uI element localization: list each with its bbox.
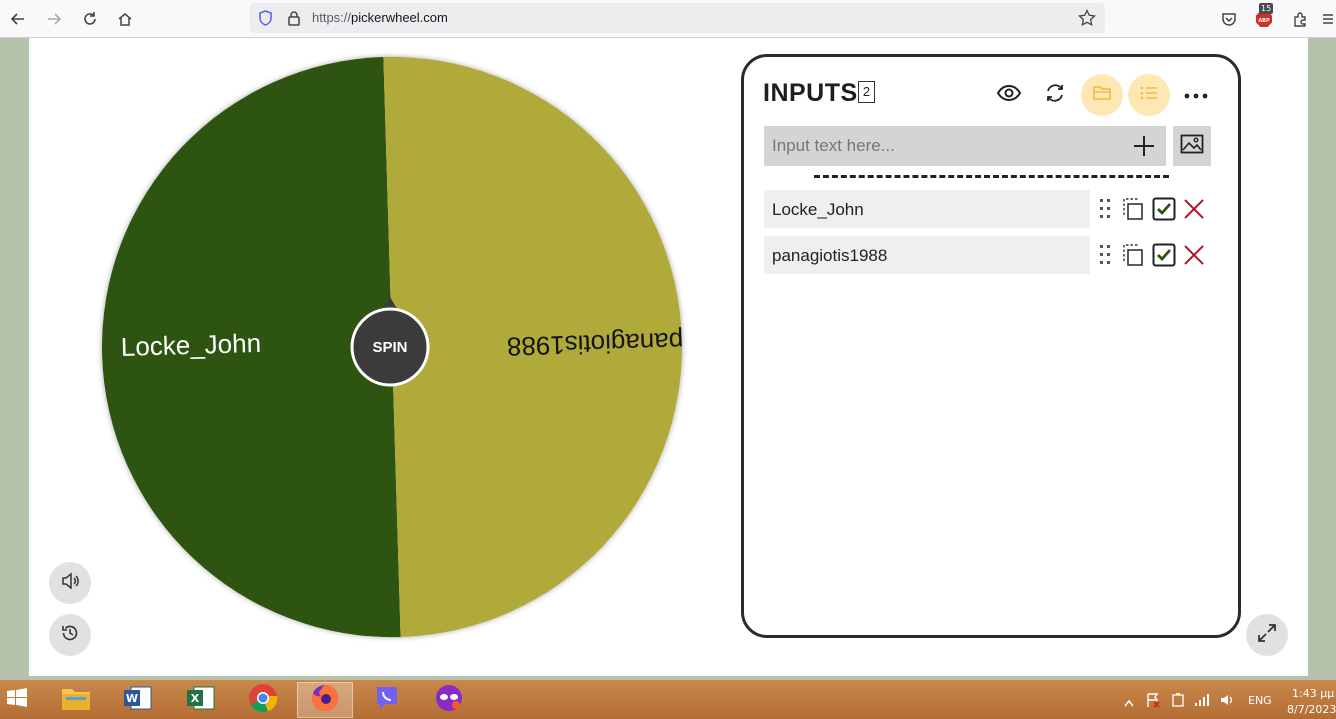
- wheel-segment-2-label: panagiotis1988: [506, 327, 683, 362]
- svg-text:ABP: ABP: [1258, 18, 1270, 24]
- home-icon[interactable]: [112, 6, 138, 32]
- svg-text:W: W: [126, 692, 138, 705]
- taskbar: W X ENG 1:43 μμ 8/7/2023: [0, 680, 1336, 719]
- divider-dashes: [814, 175, 1169, 178]
- back-icon[interactable]: [5, 6, 31, 32]
- checkbox-checked-icon[interactable]: [1152, 197, 1176, 221]
- entry-text[interactable]: Locke_John: [772, 200, 864, 220]
- list-view-button[interactable]: [1128, 74, 1170, 116]
- language-indicator[interactable]: ENG: [1248, 694, 1272, 707]
- extensions-icon[interactable]: [1287, 6, 1313, 32]
- url-domain: pickerwheel.com: [351, 10, 448, 25]
- speaker-icon: [60, 571, 80, 596]
- extension-badge-count: 15: [1259, 3, 1274, 14]
- firefox-app[interactable]: [297, 682, 353, 718]
- more-horizontal-icon: [1184, 86, 1208, 104]
- entry-text[interactable]: panagiotis1988: [772, 246, 887, 266]
- history-icon: [60, 623, 80, 648]
- svg-text:X: X: [191, 692, 200, 705]
- pocket-icon[interactable]: [1216, 6, 1242, 32]
- folder-icon: [1092, 84, 1112, 107]
- add-entry-button[interactable]: [1132, 134, 1156, 158]
- duplicate-icon[interactable]: [1121, 243, 1145, 267]
- spin-label[interactable]: SPIN: [372, 339, 407, 356]
- power-icon[interactable]: [1170, 692, 1186, 713]
- add-image-button[interactable]: [1173, 126, 1211, 166]
- panel-title: INPUTS: [763, 79, 858, 107]
- image-icon: [1180, 134, 1204, 159]
- page-content: Locke_John panagiotis1988 SPIN INPUTS 2: [29, 38, 1308, 676]
- network-signal-icon[interactable]: [1194, 692, 1210, 713]
- history-button[interactable]: [49, 614, 91, 656]
- shield-icon[interactable]: [258, 10, 273, 31]
- chrome-app[interactable]: [235, 682, 291, 718]
- viber-app[interactable]: [359, 682, 415, 718]
- refresh-icon: [1044, 82, 1066, 109]
- remove-icon[interactable]: [1182, 197, 1206, 221]
- refresh-button[interactable]: [1034, 74, 1076, 116]
- plus-icon: [1132, 136, 1156, 162]
- clock-time[interactable]: 1:43 μμ: [1292, 687, 1334, 700]
- word-icon: W: [123, 684, 153, 717]
- more-options-button[interactable]: [1175, 74, 1217, 116]
- entry-input-row: [764, 126, 1166, 166]
- chrome-icon: [248, 683, 278, 718]
- forward-icon[interactable]: [41, 6, 67, 32]
- url-bar[interactable]: https://pickerwheel.com: [250, 3, 1105, 33]
- url-scheme: https://: [312, 10, 352, 25]
- list-icon: [1139, 85, 1159, 106]
- excel-app[interactable]: X: [173, 682, 229, 718]
- excel-icon: X: [186, 684, 216, 717]
- url-text[interactable]: https://pickerwheel.com: [312, 10, 448, 25]
- mask-icon: [434, 683, 464, 718]
- clock-date[interactable]: 8/7/2023: [1287, 703, 1336, 716]
- expand-icon: [1257, 623, 1277, 648]
- start-button[interactable]: [0, 682, 34, 718]
- inputs-panel: INPUTS 2 Input text here... Locke_John p…: [741, 54, 1241, 638]
- eye-icon: [996, 83, 1022, 108]
- entry-count-badge: 2: [858, 81, 875, 103]
- drag-handle-icon[interactable]: [1093, 197, 1117, 221]
- action-center-flag-icon[interactable]: [1145, 692, 1161, 713]
- viber-icon: [372, 683, 402, 718]
- remove-icon[interactable]: [1182, 243, 1206, 267]
- duplicate-icon[interactable]: [1121, 197, 1145, 221]
- menu-icon[interactable]: [1318, 6, 1336, 32]
- browser-toolbar: https://pickerwheel.com ABP 15: [0, 0, 1336, 38]
- fullscreen-button[interactable]: [1246, 614, 1288, 656]
- sound-toggle-button[interactable]: [49, 562, 91, 604]
- windows-icon: [6, 687, 28, 714]
- wheel-segment-1-label: Locke_John: [120, 328, 261, 362]
- vpn-app[interactable]: [421, 682, 477, 718]
- bookmark-star-icon[interactable]: [1078, 8, 1096, 32]
- open-file-button[interactable]: [1081, 74, 1123, 116]
- drag-handle-icon[interactable]: [1093, 243, 1117, 267]
- firefox-icon: [310, 683, 340, 718]
- entry-item[interactable]: Locke_John: [764, 190, 1090, 228]
- folder-icon: [60, 684, 92, 717]
- picker-wheel[interactable]: Locke_John panagiotis1988 SPIN: [99, 54, 685, 640]
- volume-icon[interactable]: [1219, 692, 1235, 713]
- entry-input[interactable]: [764, 126, 1124, 166]
- show-hidden-icons-icon[interactable]: [1124, 694, 1134, 712]
- lock-icon[interactable]: [287, 10, 301, 31]
- hide-button[interactable]: [988, 74, 1030, 116]
- file-explorer-app[interactable]: [48, 682, 104, 718]
- word-app[interactable]: W: [110, 682, 166, 718]
- reload-icon[interactable]: [77, 6, 103, 32]
- entry-item[interactable]: panagiotis1988: [764, 236, 1090, 274]
- checkbox-checked-icon[interactable]: [1152, 243, 1176, 267]
